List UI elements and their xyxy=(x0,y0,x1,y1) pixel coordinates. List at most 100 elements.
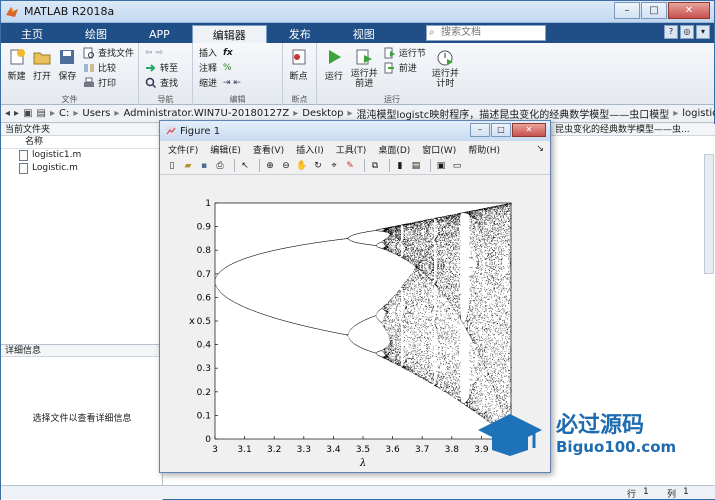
file-item[interactable]: logistic1.m xyxy=(1,149,162,162)
run-advance-icon xyxy=(356,49,373,65)
run-button[interactable]: 运行 xyxy=(321,45,347,93)
menu-desktop[interactable]: 桌面(D) xyxy=(378,143,410,156)
editor-ribbon: 新建 打开 保存 查找文件 比较 打印 文件 ⇦ ⇨ 转至 查找 导航 插入 f… xyxy=(1,43,714,105)
forward-icon[interactable]: ▸ xyxy=(14,108,19,119)
menu-file[interactable]: 文件(F) xyxy=(168,143,198,156)
insert-button[interactable]: 插入 fx xyxy=(199,45,241,60)
y-tick-label: 0.5 xyxy=(197,317,211,327)
open-file-icon[interactable]: ▰ xyxy=(182,160,194,172)
figure-title-bar: Figure 1 – □ ✕ xyxy=(160,121,550,141)
colorbar-icon[interactable]: ▮ xyxy=(394,160,406,172)
advance-button[interactable]: 前进 xyxy=(384,60,426,75)
y-tick-label: 0 xyxy=(205,435,211,445)
search-docs-input[interactable]: ⌕ 搜索文档 xyxy=(426,25,546,41)
y-tick-label: 0.3 xyxy=(197,364,211,374)
open-button[interactable]: 打开 xyxy=(30,45,53,93)
menu-insert[interactable]: 插入(I) xyxy=(296,143,324,156)
search-icon: ⌕ xyxy=(429,27,435,38)
goto-button[interactable]: 转至 xyxy=(145,60,178,75)
y-axis-label: x xyxy=(189,316,195,327)
compare-icon xyxy=(83,63,94,72)
new-button[interactable]: 新建 xyxy=(5,45,28,93)
watermark-text: 必过源码 xyxy=(556,412,644,438)
row-label: 行 xyxy=(627,490,637,500)
tab-editor[interactable]: 编辑器 xyxy=(191,25,267,43)
vertical-scrollbar[interactable] xyxy=(704,154,714,274)
breakpoints-button[interactable]: 断点 xyxy=(287,45,310,93)
menu-edit[interactable]: 编辑(E) xyxy=(210,143,241,156)
maximize-button[interactable]: □ xyxy=(641,2,667,19)
y-tick-label: 0.2 xyxy=(197,388,211,398)
rotate-3d-icon[interactable]: ↻ xyxy=(312,160,324,172)
back-icon[interactable]: ◂ xyxy=(5,108,10,119)
brush-icon[interactable]: ✎ xyxy=(344,160,356,172)
breakpoint-icon xyxy=(292,49,305,65)
details-title: 详细信息 xyxy=(1,345,163,357)
figure-close-button[interactable]: ✕ xyxy=(512,123,546,137)
figure-icon xyxy=(166,126,176,136)
menu-tools[interactable]: 工具(T) xyxy=(336,143,367,156)
status-bar: 行 1 列 1 xyxy=(1,485,715,500)
name-column-header[interactable]: 名称 xyxy=(1,136,162,149)
show-plot-tools-icon[interactable]: ▭ xyxy=(451,160,463,172)
run-icon xyxy=(328,50,341,64)
crumb-users[interactable]: Users xyxy=(82,108,110,119)
window-title: MATLAB R2018a xyxy=(24,5,115,18)
new-figure-icon[interactable]: ▯ xyxy=(166,160,178,172)
find-files-button[interactable]: 查找文件 xyxy=(83,45,134,60)
crumb-project[interactable]: 混沌模型logistc映射程序，描述昆虫变化的经典数学模型——虫口模型 xyxy=(357,106,670,121)
comment-button[interactable]: 注释% xyxy=(199,60,241,75)
menu-view[interactable]: 查看(V) xyxy=(253,143,284,156)
m-file-icon xyxy=(19,150,28,161)
indent-button[interactable]: 缩进 ⇥ ⇤ xyxy=(199,75,241,90)
help-icon[interactable]: ? xyxy=(664,25,678,39)
menu-help[interactable]: 帮助(H) xyxy=(468,143,500,156)
figure-title: Figure 1 xyxy=(180,125,221,137)
compare-button[interactable]: 比较 xyxy=(83,60,134,75)
legend-icon[interactable]: ▤ xyxy=(410,160,422,172)
crumb-admin[interactable]: Administrator.WIN7U-20180127Z xyxy=(123,108,289,119)
find-button[interactable]: 查找 xyxy=(145,75,178,90)
close-button[interactable]: ✕ xyxy=(668,2,710,19)
hide-plot-tools-icon[interactable]: ▣ xyxy=(435,160,447,172)
data-cursor-icon[interactable]: ⌖ xyxy=(328,160,340,172)
pan-icon[interactable]: ✋ xyxy=(296,160,308,172)
up-folder-icon[interactable]: ▣ xyxy=(23,108,32,119)
row-value: 1 xyxy=(643,487,649,497)
figure-minimize-button[interactable]: – xyxy=(470,123,490,137)
file-item[interactable]: Logistic.m xyxy=(1,162,162,175)
zoom-in-icon[interactable]: ⊕ xyxy=(264,160,276,172)
crumb-logistic[interactable]: logistic xyxy=(682,108,715,119)
pointer-icon[interactable]: ↖ xyxy=(239,160,251,172)
dock-arrow-icon[interactable]: ↘ xyxy=(536,144,544,154)
crumb-desktop[interactable]: Desktop xyxy=(302,108,343,119)
run-and-advance-button[interactable]: 运行并 前进 xyxy=(349,45,380,93)
details-hint: 选择文件以查看详细信息 xyxy=(32,414,132,424)
tab-view[interactable]: 视图 xyxy=(333,25,395,43)
notification-icon[interactable]: ▾ xyxy=(696,25,710,39)
tab-apps[interactable]: APP xyxy=(129,25,190,43)
save-button[interactable]: 保存 xyxy=(56,45,79,93)
nav-arrows[interactable]: ⇦ ⇨ xyxy=(145,45,178,60)
run-and-time-button[interactable]: 运行并 计时 xyxy=(430,45,461,93)
ribbon-group-file: 新建 打开 保存 查找文件 比较 打印 文件 xyxy=(1,43,139,105)
crumb-drive[interactable]: C: xyxy=(59,108,69,119)
x-tick-label: 3.7 xyxy=(415,445,429,455)
search-placeholder: 搜索文档 xyxy=(441,27,481,38)
figure-maximize-button[interactable]: □ xyxy=(491,123,511,137)
menu-window[interactable]: 窗口(W) xyxy=(422,143,456,156)
browse-folder-icon[interactable]: ▤ xyxy=(37,108,46,119)
tab-plots[interactable]: 绘图 xyxy=(65,25,127,43)
new-file-icon xyxy=(10,49,25,65)
run-section-button[interactable]: 运行节 xyxy=(384,45,426,60)
link-plot-icon[interactable]: ⧉ xyxy=(369,160,381,172)
save-figure-icon[interactable]: ▪ xyxy=(198,160,210,172)
col-label: 列 xyxy=(667,490,677,500)
print-button[interactable]: 打印 xyxy=(83,75,134,90)
print-figure-icon[interactable]: ⎙ xyxy=(214,160,226,172)
tab-home[interactable]: 主页 xyxy=(1,25,63,43)
tab-publish[interactable]: 发布 xyxy=(269,25,331,43)
zoom-out-icon[interactable]: ⊖ xyxy=(280,160,292,172)
community-icon[interactable]: ◎ xyxy=(680,25,694,39)
minimize-button[interactable]: – xyxy=(614,2,640,19)
